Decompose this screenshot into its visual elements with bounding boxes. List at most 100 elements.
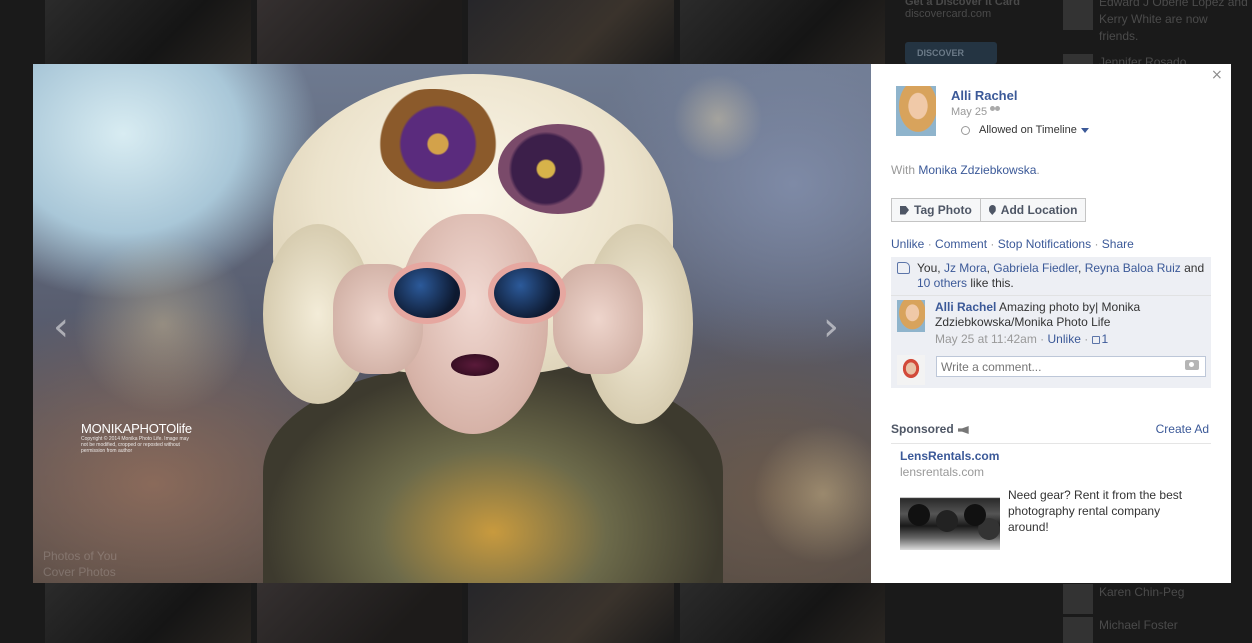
liker-link[interactable]: Jz Mora xyxy=(944,261,987,275)
likes-you: You, xyxy=(917,261,941,275)
author-name[interactable]: Alli Rachel xyxy=(951,88,1017,103)
background-photo xyxy=(45,0,251,64)
tagged-with: With Monika Zdziebkowska. xyxy=(891,163,1040,177)
comment-input[interactable] xyxy=(936,356,1206,377)
background-ad-title: Get a Discover It Card xyxy=(905,0,1020,8)
sponsored-header: Sponsored Create Ad xyxy=(891,422,1211,444)
photo-viewer[interactable]: MONIKAPHOTOlife Copyright © 2014 Monika … xyxy=(33,64,871,583)
background-photo xyxy=(468,583,674,643)
likes-tail: like this. xyxy=(970,276,1014,290)
background-ad-logo-text: DISCOVER xyxy=(917,48,965,58)
previous-photo-button[interactable]: ‹ xyxy=(53,304,69,350)
background-photo-strip-top xyxy=(45,0,885,64)
tag-photo-button[interactable]: Tag Photo xyxy=(891,198,981,222)
tag-icon xyxy=(900,205,909,215)
background-photo xyxy=(256,583,462,643)
sunglasses-lens xyxy=(488,262,566,324)
hair-flower xyxy=(378,89,498,189)
background-photo xyxy=(468,0,674,64)
ad-image[interactable] xyxy=(900,490,1000,550)
comment-unlike-link[interactable]: Unlike xyxy=(1048,332,1081,346)
likes-and: and xyxy=(1184,261,1205,275)
photo-lightbox: MONIKAPHOTOlife Copyright © 2014 Monika … xyxy=(33,64,1231,583)
tagged-person-link[interactable]: Monika Zdziebkowska xyxy=(918,163,1036,177)
comment-time[interactable]: May 25 at 11:42am xyxy=(935,332,1037,346)
comment-link[interactable]: Comment xyxy=(935,237,987,251)
ad-title-link[interactable]: LensRentals.com xyxy=(900,449,999,463)
liker-link[interactable]: Reyna Baloa Ruiz xyxy=(1085,261,1181,275)
comment-like-count[interactable]: 1 xyxy=(1091,332,1109,346)
chat-row: Karen Chin-Peg xyxy=(1063,584,1184,614)
separator: · xyxy=(987,237,998,251)
write-comment-row xyxy=(891,352,1211,388)
create-ad-link[interactable]: Create Ad xyxy=(1156,422,1209,436)
chat-avatar xyxy=(1063,617,1093,643)
with-prefix: With xyxy=(891,163,915,177)
next-photo-button[interactable]: › xyxy=(823,304,839,350)
photo-watermark: MONIKAPHOTOlife Copyright © 2014 Monika … xyxy=(81,421,192,454)
comment-like-count-value: 1 xyxy=(1101,332,1109,346)
chat-row: Michael Foster xyxy=(1063,617,1178,643)
ticker-row: Edward J Oberle Lopez and Kerry White ar… xyxy=(1063,0,1249,45)
comment-author-link[interactable]: Alli Rachel xyxy=(935,300,996,314)
post-date: May 25 xyxy=(951,106,1001,118)
faded-link: Photos of You xyxy=(43,549,118,563)
background-photo xyxy=(679,583,885,643)
comment-body: Alli Rachel Amazing photo by| Monika Zdz… xyxy=(935,300,1195,330)
faded-album-links: Photos of You Cover Photos xyxy=(43,548,117,580)
ad-domain: lensrentals.com xyxy=(900,465,985,479)
sunglasses-lens xyxy=(388,262,466,324)
friends-icon[interactable] xyxy=(990,106,1001,116)
chevron-down-icon xyxy=(1080,127,1089,133)
ticker-avatar xyxy=(1063,0,1093,30)
comment-item: Alli Rachel Amazing photo by| Monika Zdz… xyxy=(891,295,1211,352)
ticker-text: Edward J Oberle Lopez and Kerry White ar… xyxy=(1099,0,1248,43)
background-ad-domain: discovercard.com xyxy=(905,8,992,20)
tag-photo-label: Tag Photo xyxy=(914,203,972,217)
photo-action-buttons: Tag Photo Add Location xyxy=(891,198,1087,222)
chat-avatar xyxy=(1063,584,1093,614)
hair-ornament xyxy=(498,124,618,214)
background-ad: Get a Discover It Card discovercard.com … xyxy=(903,0,1053,64)
circle-icon xyxy=(961,125,970,135)
watermark-copyright: Copyright © 2014 Monika Photo Life. Imag… xyxy=(81,436,189,454)
likes-summary: You, Jz Mora, Gabriela Fiedler, Reyna Ba… xyxy=(891,257,1211,295)
thumbs-up-icon xyxy=(897,262,910,274)
post-date-text[interactable]: May 25 xyxy=(951,106,987,118)
add-location-label: Add Location xyxy=(1000,203,1078,217)
bokeh-light xyxy=(73,234,253,414)
stop-notifications-link[interactable]: Stop Notifications xyxy=(998,237,1091,251)
background-photo xyxy=(679,0,885,64)
chat-name: Karen Chin-Peg xyxy=(1099,585,1185,599)
separator: · xyxy=(1091,237,1102,251)
separator: · xyxy=(924,237,936,251)
avatar[interactable] xyxy=(897,300,925,332)
close-icon[interactable]: × xyxy=(1211,67,1223,83)
with-suffix: . xyxy=(1036,163,1040,177)
comment-meta: May 25 at 11:42am · Unlike · 1 xyxy=(935,332,1109,346)
photo-sidebar: × Alli Rachel May 25 Allowed on Timeline… xyxy=(871,64,1231,583)
location-pin-icon xyxy=(988,205,996,215)
likes-others-link[interactable]: 10 others xyxy=(917,276,967,290)
background-photo xyxy=(256,0,462,64)
faded-link: Cover Photos xyxy=(43,565,116,579)
liker-link[interactable]: Gabriela Fiedler xyxy=(993,261,1078,275)
feedback-actions: Unlike · Comment · Stop Notifications · … xyxy=(891,237,1134,251)
unlike-link[interactable]: Unlike xyxy=(891,237,924,251)
sponsored-label: Sponsored xyxy=(891,422,954,436)
add-location-button[interactable]: Add Location xyxy=(979,198,1087,222)
share-link[interactable]: Share xyxy=(1102,237,1134,251)
avatar[interactable] xyxy=(896,86,936,136)
timeline-status-label: Allowed on Timeline xyxy=(979,124,1077,136)
background-photo xyxy=(45,583,251,643)
background-photo-strip-bottom xyxy=(45,583,885,643)
camera-icon[interactable] xyxy=(1185,360,1199,370)
watermark-brand: MONIKAPHOTOlife xyxy=(81,421,192,436)
bokeh-light xyxy=(673,74,763,164)
chat-name: Michael Foster xyxy=(1099,618,1178,632)
timeline-status-dropdown[interactable]: Allowed on Timeline xyxy=(961,124,1089,136)
thumbs-up-icon xyxy=(1091,336,1100,344)
avatar xyxy=(897,355,925,385)
background-ad-logo: DISCOVER xyxy=(905,42,997,64)
megaphone-icon xyxy=(957,426,969,434)
